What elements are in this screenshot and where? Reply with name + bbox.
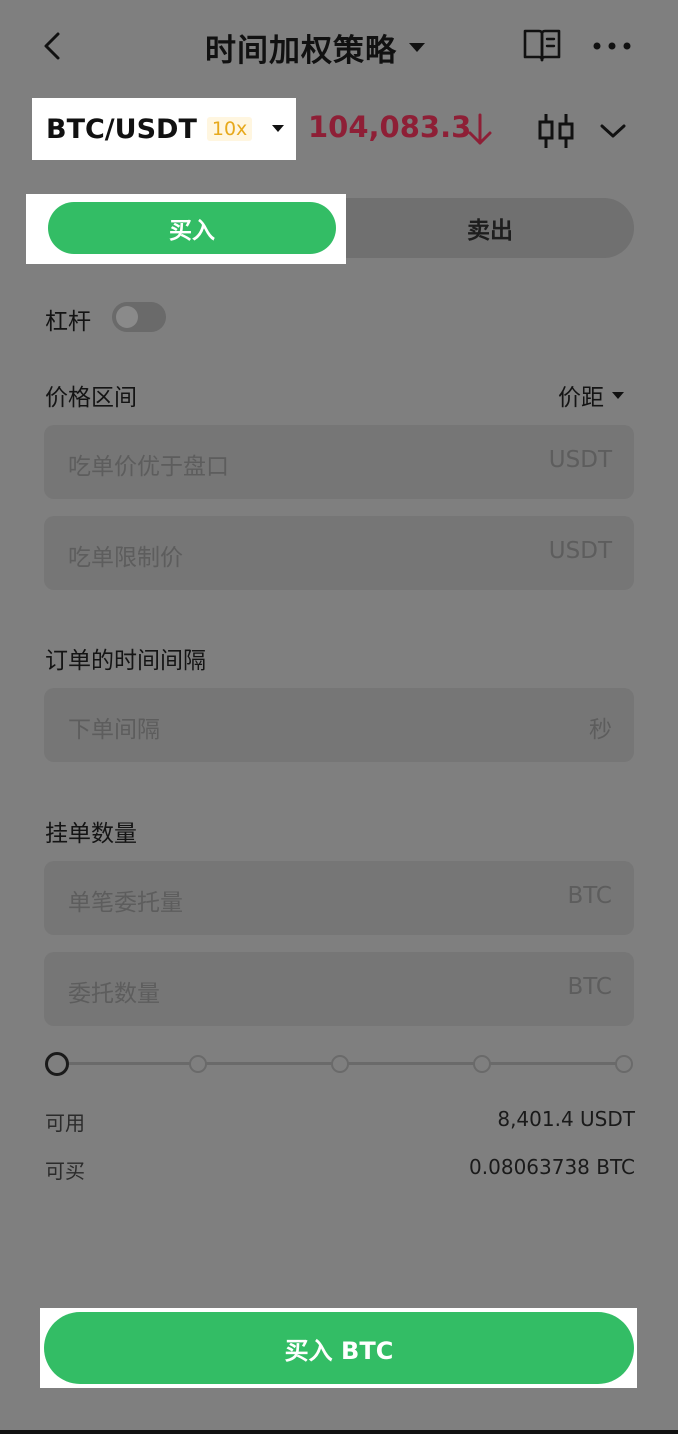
- more-dots-icon[interactable]: [592, 40, 632, 52]
- total-qty-input[interactable]: [44, 952, 634, 1026]
- chevron-down-icon[interactable]: [598, 120, 628, 142]
- switch-knob: [116, 306, 138, 328]
- candlestick-chart-icon[interactable]: [536, 112, 576, 150]
- tab-sell-label: 卖出: [467, 218, 513, 244]
- interval-label: 订单的时间间隔: [45, 648, 206, 674]
- pair-name: BTC/USDT: [46, 113, 197, 145]
- slider-step-75[interactable]: [473, 1055, 491, 1073]
- last-price: 104,083.3: [308, 110, 472, 144]
- price-range-label: 价格区间: [45, 385, 137, 411]
- taker-limit-price-input[interactable]: [44, 516, 634, 590]
- max-buy-value: 0.08063738 BTC: [469, 1155, 635, 1179]
- leverage-badge: 10x: [206, 117, 253, 141]
- taker-price-better-input[interactable]: [44, 425, 634, 499]
- strategy-title-dropdown[interactable]: 时间加权策略: [205, 26, 425, 69]
- single-order-qty-field[interactable]: 单笔委托量 BTC: [44, 861, 634, 935]
- tab-buy-label: 买入: [169, 218, 215, 244]
- slider-step-100[interactable]: [615, 1055, 633, 1073]
- tab-sell[interactable]: 卖出: [346, 198, 634, 258]
- quantity-label: 挂单数量: [45, 821, 137, 847]
- pair-selector[interactable]: BTC/USDT 10x: [32, 98, 296, 160]
- slider-step-50[interactable]: [331, 1055, 349, 1073]
- arrow-down-icon: [468, 113, 492, 145]
- page-title: 时间加权策略: [205, 32, 397, 69]
- slider-step-25[interactable]: [189, 1055, 207, 1073]
- back-chevron-icon[interactable]: [38, 28, 68, 64]
- caret-down-icon: [272, 125, 284, 132]
- total-qty-field[interactable]: 委托数量 BTC: [44, 952, 634, 1026]
- buy-btc-button[interactable]: 买入 BTC: [44, 1312, 634, 1384]
- caret-down-icon: [409, 42, 425, 52]
- taker-limit-price-field[interactable]: 吃单限制价 USDT: [44, 516, 634, 590]
- single-order-qty-input[interactable]: [44, 861, 634, 935]
- leverage-label: 杠杆: [45, 309, 91, 335]
- bottom-edge: [0, 1430, 678, 1434]
- caret-down-icon: [612, 391, 624, 399]
- price-mode-dropdown[interactable]: 价距: [558, 378, 624, 412]
- book-icon[interactable]: [522, 26, 562, 64]
- quantity-slider-thumb[interactable]: [45, 1052, 69, 1076]
- price-mode-label: 价距: [558, 385, 604, 411]
- available-value: 8,401.4 USDT: [497, 1107, 635, 1131]
- tab-buy[interactable]: 买入: [48, 202, 336, 254]
- leverage-switch[interactable]: [112, 302, 166, 332]
- taker-price-better-field[interactable]: 吃单价优于盘口 USDT: [44, 425, 634, 499]
- available-label: 可用: [45, 1111, 85, 1135]
- order-interval-input[interactable]: [44, 688, 634, 762]
- max-buy-label: 可买: [45, 1159, 85, 1183]
- order-interval-field[interactable]: 下单间隔 秒: [44, 688, 634, 762]
